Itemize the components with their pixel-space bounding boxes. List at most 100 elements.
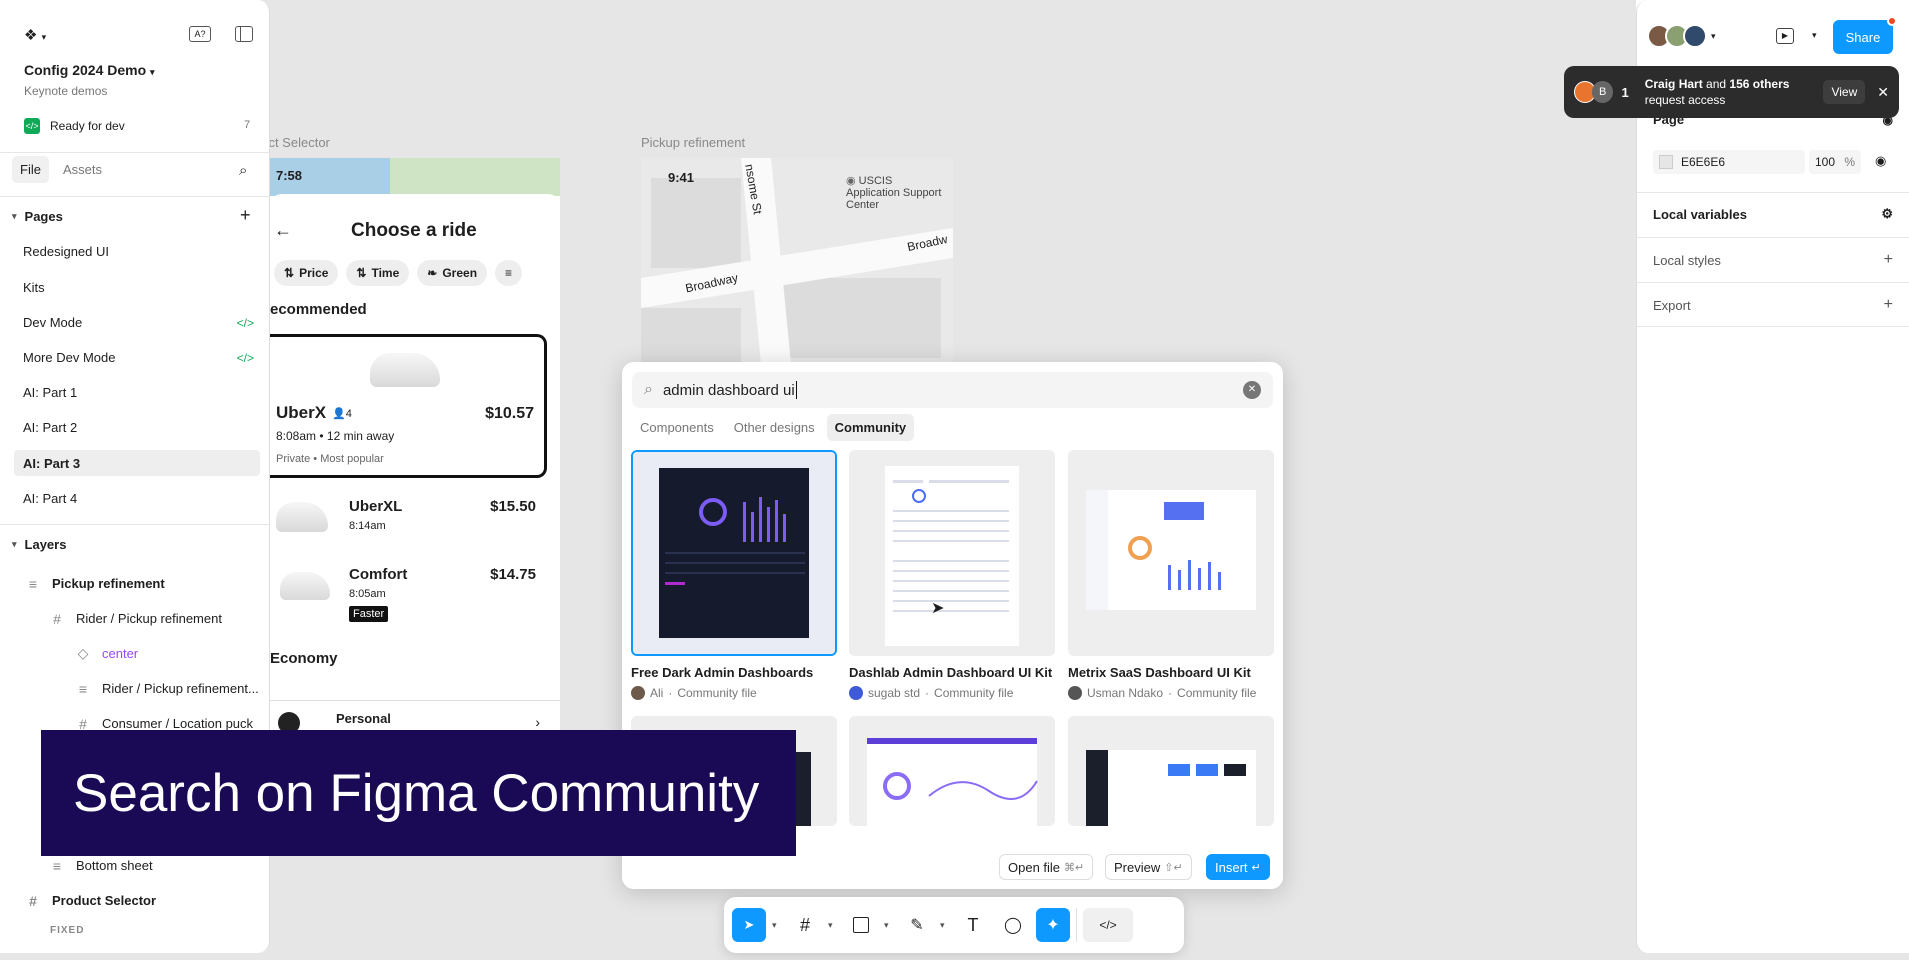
result-card[interactable]: [849, 450, 1055, 656]
text-style-icon[interactable]: A?: [189, 26, 211, 42]
thumbnail-customers-dashboard: [849, 716, 1055, 826]
frame-label-pickup-refinement[interactable]: Pickup refinement: [641, 135, 745, 150]
layer-row[interactable]: # Rider / Pickup refinement: [0, 601, 270, 636]
rectangle-tool-icon[interactable]: [844, 908, 878, 942]
chip-time[interactable]: ⇅ Time: [346, 260, 410, 286]
layer-row[interactable]: ≡ Rider / Pickup refinement...: [0, 671, 270, 706]
economy-heading: Economy: [270, 650, 338, 667]
result-author: sugab std · Community file: [849, 686, 1013, 700]
payment-personal[interactable]: Personal: [336, 711, 391, 726]
divider: [1637, 192, 1909, 193]
search-query[interactable]: admin dashboard ui: [663, 382, 795, 399]
chip-price[interactable]: ⇅ Price: [274, 260, 339, 286]
page-item[interactable]: Kits: [0, 270, 270, 305]
result-title[interactable]: Free Dark Admin Dashboards: [631, 665, 813, 680]
frame-tool-icon[interactable]: #: [788, 908, 822, 942]
tab-other-designs[interactable]: Other designs: [726, 414, 823, 441]
tab-assets[interactable]: Assets: [55, 156, 110, 183]
page-item[interactable]: More Dev Mode </>: [0, 340, 270, 375]
sort-icon: ⇅: [356, 266, 367, 280]
avatar-stack[interactable]: ▾: [1647, 24, 1716, 48]
chevron-down-icon: ▾: [12, 539, 17, 549]
result-tabs: Components Other designs Community: [632, 414, 915, 441]
result-card[interactable]: [1068, 716, 1274, 826]
result-card[interactable]: [1068, 450, 1274, 656]
text-tool-icon[interactable]: T: [956, 908, 990, 942]
ride-price: $10.57: [485, 405, 534, 422]
variables-icon[interactable]: ⚙: [1881, 206, 1893, 222]
eye-icon[interactable]: ◉: [1875, 153, 1886, 169]
comment-tool-icon[interactable]: ◯: [996, 908, 1030, 942]
pickup-refinement-frame[interactable]: 9:41 nsome St ◉ USCIS Application Suppor…: [641, 158, 953, 364]
ride-row-comfort[interactable]: Comfort 8:05am Faster $14.75: [270, 562, 560, 632]
page-item[interactable]: AI: Part 2: [0, 410, 270, 445]
ride-row-uberxl[interactable]: UberXL 8:14am $15.50: [270, 492, 560, 552]
recommended-heading: ecommended: [270, 301, 367, 318]
view-button[interactable]: View: [1823, 80, 1866, 104]
open-file-button[interactable]: Open file ⌘↵: [999, 854, 1094, 880]
chevron-down-icon[interactable]: ▾: [940, 920, 950, 931]
product-selector-frame[interactable]: 7:58 ← Choose a ride ⇅ Price ⇅ Time ❧ Green…: [270, 158, 560, 738]
layer-row[interactable]: # Product Selector: [0, 883, 270, 918]
page-item[interactable]: Dev Mode </>: [0, 305, 270, 340]
move-tool-icon[interactable]: ➤: [732, 908, 766, 942]
ai-actions-icon[interactable]: ✦: [1036, 908, 1070, 942]
page-color-field[interactable]: E6E6E6: [1653, 150, 1805, 174]
ride-name: UberX: [276, 403, 327, 422]
local-variables-row[interactable]: Local variables ⚙: [1653, 206, 1893, 222]
layer-row[interactable]: ◇ center: [0, 636, 270, 671]
insert-button[interactable]: Insert ↵: [1206, 854, 1270, 880]
present-icon[interactable]: ▶: [1776, 28, 1794, 44]
color-swatch[interactable]: [1659, 155, 1673, 169]
tab-file[interactable]: File: [12, 156, 49, 183]
chevron-down-icon[interactable]: ▾: [884, 920, 894, 931]
page-item[interactable]: AI: Part 1: [0, 375, 270, 410]
local-styles-row[interactable]: Local styles +: [1653, 251, 1893, 269]
ride-time: 8:08am • 12 min away: [276, 429, 395, 443]
share-button[interactable]: Share: [1833, 20, 1893, 54]
dev-mode-toggle-icon[interactable]: </>: [1083, 908, 1133, 942]
result-card[interactable]: [631, 450, 837, 656]
file-name[interactable]: Config 2024 Demo ▾: [24, 62, 155, 78]
search-icon[interactable]: ⌕: [239, 162, 247, 179]
page-item-selected[interactable]: AI: Part 3: [14, 450, 260, 476]
chevron-down-icon[interactable]: ▾: [772, 920, 782, 931]
tab-components[interactable]: Components: [632, 414, 722, 441]
result-card[interactable]: [849, 716, 1055, 826]
add-icon[interactable]: +: [1884, 296, 1893, 314]
preview-button[interactable]: Preview ⇧↵: [1105, 854, 1192, 880]
layer-row[interactable]: ≡ Pickup refinement: [0, 566, 270, 601]
tab-community[interactable]: Community: [826, 414, 915, 441]
sidebar-toggle-icon[interactable]: [235, 26, 253, 42]
layers-header[interactable]: ▾ Layers: [12, 537, 66, 552]
chevron-down-icon: ▾: [150, 67, 155, 77]
pen-tool-icon[interactable]: ✎: [900, 908, 934, 942]
add-icon[interactable]: +: [1884, 251, 1893, 269]
status-time: 9:41: [668, 170, 695, 185]
result-title[interactable]: Dashlab Admin Dashboard UI Kit: [849, 665, 1052, 680]
result-title[interactable]: Metrix SaaS Dashboard UI Kit: [1068, 665, 1251, 680]
page-item[interactable]: AI: Part 4: [0, 481, 270, 516]
ride-card-uberx[interactable]: UberX 👤4 8:08am • 12 min away Private • …: [270, 334, 547, 478]
chevron-right-icon[interactable]: ›: [535, 714, 540, 730]
thumbnail-saas-dashboard: [1068, 450, 1274, 656]
ride-price: $14.75: [490, 566, 536, 583]
ride-name: Comfort: [349, 566, 408, 583]
chevron-down-icon[interactable]: ▾: [1812, 30, 1817, 41]
chip-green[interactable]: ❧ Green: [417, 260, 488, 286]
figma-menu-icon[interactable]: ❖ ▾: [24, 26, 46, 44]
export-row[interactable]: Export +: [1653, 296, 1893, 314]
chip-filters[interactable]: ≡: [495, 260, 523, 286]
search-input[interactable]: ⌕ admin dashboard ui ✕: [632, 372, 1273, 408]
chevron-down-icon[interactable]: ▾: [828, 920, 838, 931]
page-item[interactable]: Redesigned UI: [0, 234, 270, 269]
close-icon[interactable]: ✕: [1877, 84, 1889, 101]
ready-for-dev-link[interactable]: Ready for dev: [50, 119, 125, 133]
add-page-icon[interactable]: +: [240, 205, 251, 226]
thumbnail-blue-dashboard: [1068, 716, 1274, 826]
pages-header[interactable]: ▾ Pages: [12, 209, 63, 224]
page-opacity-field[interactable]: 100%: [1809, 150, 1861, 174]
clear-search-icon[interactable]: ✕: [1243, 381, 1261, 399]
panel-tabs: File Assets: [12, 156, 110, 183]
back-arrow-icon[interactable]: ←: [274, 220, 292, 241]
